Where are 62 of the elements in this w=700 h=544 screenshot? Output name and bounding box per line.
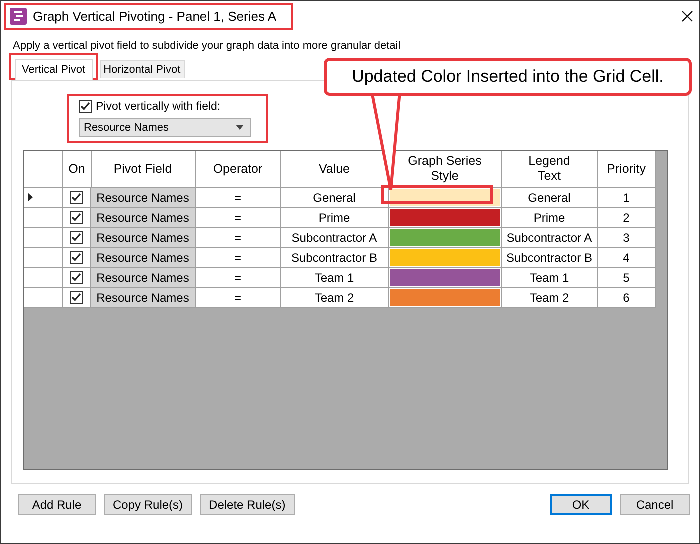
app-icon	[10, 8, 27, 24]
dropdown-arrow-icon	[236, 125, 244, 130]
table-cell: Team 1	[502, 268, 598, 288]
table-cell: 2	[598, 208, 656, 228]
color-swatch[interactable]	[390, 209, 500, 226]
table-cell: Prime	[502, 208, 598, 228]
checkbox[interactable]	[70, 251, 83, 264]
window-title: Graph Vertical Pivoting - Panel 1, Series A	[33, 8, 277, 24]
current-row-icon	[28, 193, 33, 202]
column-header: Priority	[598, 151, 656, 188]
table-cell: =	[196, 248, 281, 268]
table-cell: 4	[598, 248, 656, 268]
color-swatch[interactable]	[390, 229, 500, 246]
table-cell: Resource Names	[91, 248, 196, 268]
checkbox[interactable]	[79, 100, 92, 113]
table-cell: Resource Names	[91, 268, 196, 288]
description-text: Apply a vertical pivot field to subdivide your graph data into more granular detail	[12, 39, 402, 54]
column-header: Legend Text	[502, 151, 598, 188]
checkbox[interactable]	[70, 291, 83, 304]
table-cell: Resource Names	[91, 208, 196, 228]
table-cell: Subcontractor B	[502, 248, 598, 268]
table-cell: General	[281, 188, 389, 208]
table-cell: =	[196, 208, 281, 228]
checkbox[interactable]	[70, 231, 83, 244]
dialog-button[interactable]: Cancel	[620, 494, 690, 515]
table-cell: Resource Names	[91, 288, 196, 308]
table-cell: Team 1	[281, 268, 389, 288]
table-cell: General	[502, 188, 598, 208]
checkbox[interactable]	[70, 271, 83, 284]
table-cell: Subcontractor A	[281, 228, 389, 248]
table-cell: =	[196, 288, 281, 308]
dialog-button[interactable]: Delete Rule(s)	[200, 494, 295, 515]
color-swatch[interactable]	[390, 269, 500, 286]
table-cell: Prime	[281, 208, 389, 228]
checkbox[interactable]	[70, 191, 83, 204]
checkbox-label: Pivot vertically with field:	[96, 100, 221, 112]
column-header: On	[63, 151, 92, 188]
table-cell: Team 2	[502, 288, 598, 308]
table-cell: =	[196, 268, 281, 288]
tab[interactable]: Horizontal Pivot	[100, 60, 185, 78]
table-cell: Subcontractor A	[502, 228, 598, 248]
column-header: Operator	[196, 151, 281, 188]
table-cell: =	[196, 188, 281, 208]
color-swatch[interactable]	[390, 289, 500, 306]
tab[interactable]: Vertical Pivot	[15, 59, 93, 80]
row-header[interactable]	[24, 188, 63, 208]
dialog-button[interactable]: Copy Rule(s)	[104, 494, 192, 515]
field-dropdown[interactable]: Resource Names	[79, 118, 251, 137]
table-cell: Resource Names	[91, 188, 196, 208]
table-cell: 3	[598, 228, 656, 248]
table-cell: Team 2	[281, 288, 389, 308]
table-cell: 6	[598, 288, 656, 308]
table-cell: =	[196, 228, 281, 248]
table-cell: Resource Names	[91, 228, 196, 248]
color-swatch[interactable]	[390, 249, 500, 266]
dialog-button[interactable]: OK	[550, 494, 612, 515]
checkbox[interactable]	[70, 211, 83, 224]
table-cell: 5	[598, 268, 656, 288]
dialog-button[interactable]: Add Rule	[18, 494, 96, 515]
close-icon[interactable]	[682, 10, 693, 22]
table-cell: Subcontractor B	[281, 248, 389, 268]
table-cell: 1	[598, 188, 656, 208]
